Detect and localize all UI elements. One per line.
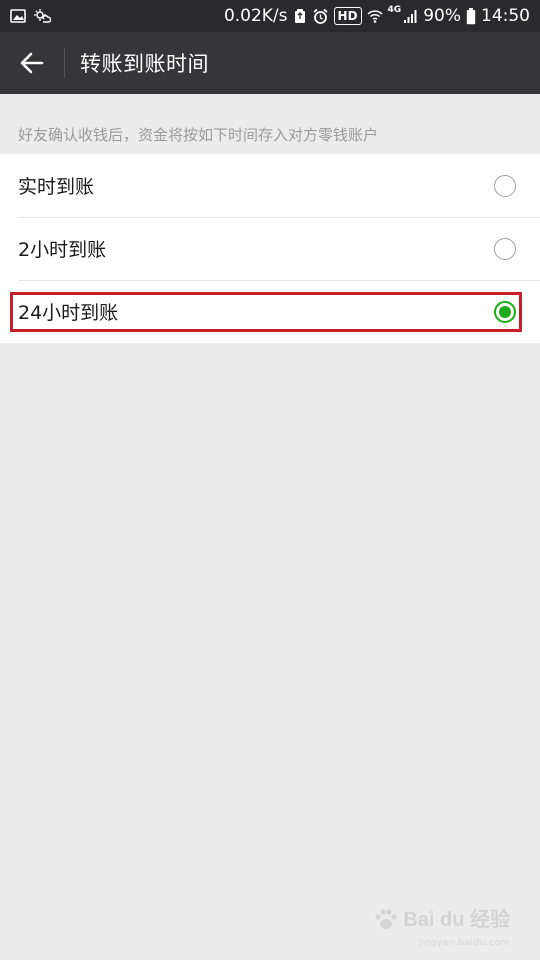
back-button[interactable] [0,32,64,94]
hd-badge: HD [333,7,362,25]
radio-button-selected[interactable] [494,300,516,323]
option-label: 2小时到账 [18,239,107,261]
radio-button[interactable] [494,237,516,260]
watermark-subtext: jingyan.baidu.com [418,938,510,948]
option-realtime[interactable]: 实时到账 [0,154,540,217]
status-bar-right: 0.02K/s HD 4G 90% 14:50 [223,5,530,26]
option-label: 实时到账 [18,176,95,198]
radio-dot [499,305,511,318]
battery-percent: 90% [423,6,461,26]
option-2-hours[interactable]: 2小时到账 [0,217,540,280]
clock: 14:50 [481,6,530,26]
watermark-text: Bai du 经验 [403,909,510,931]
alarm-icon [312,8,329,25]
image-icon [10,9,26,23]
app-bar-divider [64,48,65,78]
app-bar: 转账到账时间 [0,32,540,94]
status-bar-left [10,8,224,24]
arrival-time-options: 实时到账 2小时到账 24小时到账 [0,154,540,343]
option-24-hours[interactable]: 24小时到账 [0,280,540,343]
paw-icon [373,908,399,932]
page-title: 转账到账时间 [80,52,209,76]
weather-icon [32,8,52,24]
hint-text: 好友确认收钱后，资金将按如下时间存入对方零钱账户 [18,126,379,144]
radio-button[interactable] [494,174,516,197]
battery-icon [466,7,476,25]
status-bar: 0.02K/s HD 4G 90% 14:50 [0,0,540,32]
recycle-icon [293,8,307,24]
watermark: Bai du 经验 jingyan.baidu.com [373,903,510,948]
option-label: 24小时到账 [18,302,119,324]
signal-icon [403,9,418,24]
arrow-left-icon [20,52,44,74]
network-type: 4G [387,5,402,15]
net-speed: 0.02K/s [223,6,288,26]
wifi-icon [367,8,383,24]
